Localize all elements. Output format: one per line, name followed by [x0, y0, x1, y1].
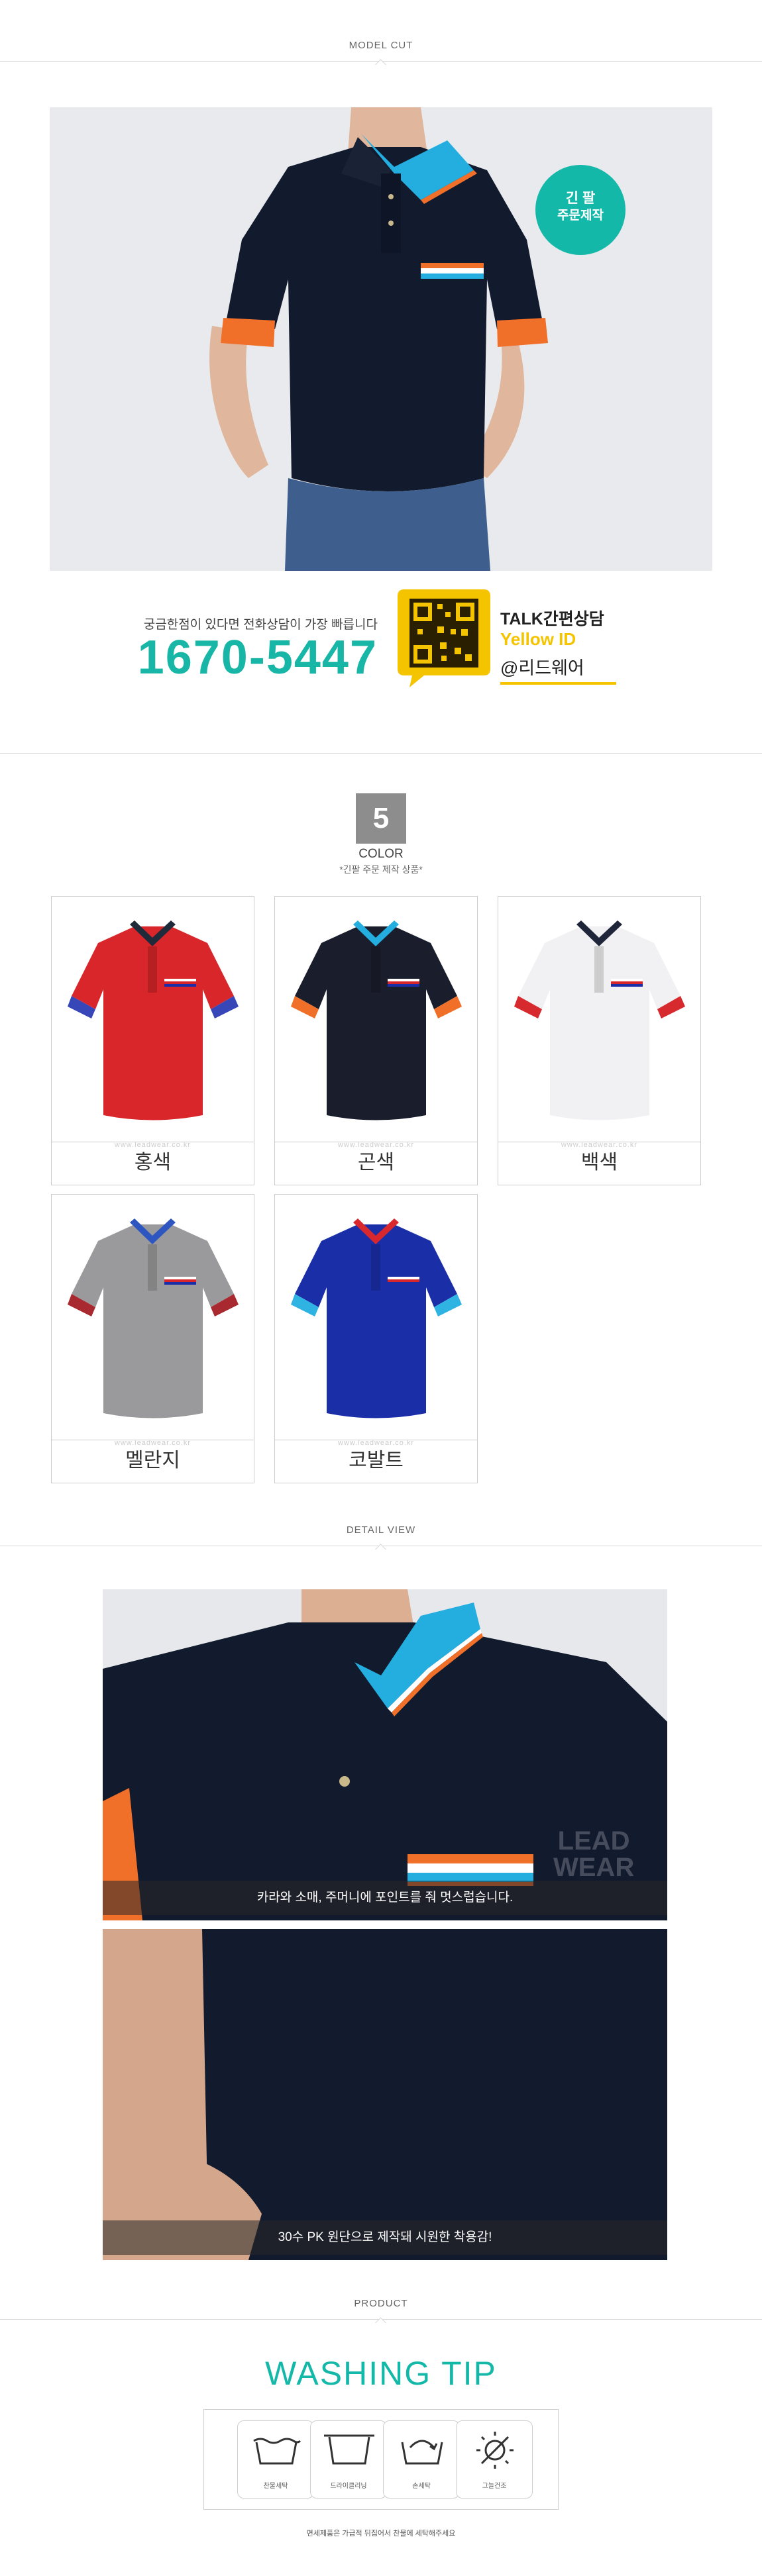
hand-wash-icon: 손세탁 [383, 2420, 460, 2499]
brand-watermark-line1: LEAD [557, 1826, 630, 1856]
washing-note: 면세제품은 가급적 뒤집어서 찬물에 세탁해주세요 [306, 2530, 456, 2538]
dry-clean-icon: 드라이클리닝 [310, 2420, 387, 2499]
custom-order-badge: 긴 팔 주문제작 [535, 165, 626, 255]
phone-number[interactable]: 1670-5447 [99, 630, 378, 685]
wash-label: 그늘건조 [482, 2483, 507, 2490]
washing-tip-title: WASHING TIP [265, 2355, 497, 2392]
color-name: 홍색 [52, 1142, 254, 1185]
color-card[interactable]: www.leadwear.co.kr 홍색 [51, 896, 254, 1185]
detail-caption-1: 카라와 소매, 주머니에 포인트를 줘 멋스럽습니다. [103, 1881, 667, 1915]
yellow-id-label: Yellow ID [500, 629, 576, 649]
fabric-detail-illustration [103, 1929, 667, 2260]
section-header-detail-view: DETAIL VIEW [0, 1524, 762, 1546]
wash-label: 손세탁 [412, 2483, 431, 2490]
color-card[interactable]: www.leadwear.co.kr 백색 [498, 896, 701, 1185]
talk-title: 간편상담 [543, 610, 604, 628]
contact-notice: 궁금한점이 있다면 전화상담이 가장 빠릅니다 [143, 618, 378, 632]
shirt-icon [68, 920, 239, 1120]
talk-label: TALK [500, 610, 543, 628]
divider [0, 753, 762, 754]
color-card[interactable]: www.leadwear.co.kr 곤색 [274, 896, 478, 1185]
shirt-icon [291, 920, 462, 1120]
section-header-product: PRODUCT [0, 2298, 762, 2320]
detail-photo-fabric: 30수 PK 원단으로 제작돼 시원한 착용감! [103, 1929, 667, 2260]
shade-dry-icon: 그늘건조 [456, 2420, 533, 2499]
wash-label: 찬물세탁 [263, 2483, 288, 2490]
section-title: PRODUCT [354, 2298, 408, 2309]
section-title: DETAIL VIEW [346, 1524, 416, 1536]
brand-watermark-line2: WEAR [553, 1853, 635, 1882]
color-title: COLOR [358, 847, 404, 861]
shirt-icon [291, 1218, 462, 1418]
wash-label: 드라이클리닝 [330, 2483, 367, 2490]
brand-watermark: LEAD WEAR [553, 1828, 634, 1881]
color-name: 곤색 [275, 1142, 477, 1185]
shirt-image [498, 897, 700, 1142]
kakao-qr-code[interactable] [398, 589, 490, 689]
model-shirt-illustration [50, 107, 712, 571]
shirt-image [52, 1195, 254, 1440]
section-title: MODEL CUT [349, 40, 413, 51]
kakao-underline [500, 682, 616, 685]
kakao-talk-title: TALK간편상담 [500, 606, 604, 630]
color-count-badge: 5 [356, 793, 406, 844]
detail-caption-2: 30수 PK 원단으로 제작돼 시원한 착용감! [103, 2220, 667, 2255]
wash-tub-icon: 찬물세탁 [237, 2420, 314, 2499]
qr-code-icon [398, 589, 490, 687]
model-photo: 긴 팔 주문제작 [50, 107, 712, 571]
shirt-image [52, 897, 254, 1142]
shirt-icon [514, 920, 685, 1120]
color-subtitle: *긴팔 주문 제작 상품* [339, 864, 423, 875]
color-name: 백색 [498, 1142, 700, 1185]
color-card[interactable]: www.leadwear.co.kr 코발트 [274, 1194, 478, 1483]
shirt-image [275, 1195, 477, 1440]
color-card[interactable]: www.leadwear.co.kr 멜란지 [51, 1194, 254, 1483]
badge-line1: 긴 팔 [565, 191, 596, 206]
color-name: 멜란지 [52, 1440, 254, 1483]
color-name: 코발트 [275, 1440, 477, 1483]
washing-icons-panel: 찬물세탁 드라이클리닝 손세탁 그늘건조 [203, 2409, 559, 2510]
section-header-model-cut: MODEL CUT [0, 40, 762, 62]
kakao-id[interactable]: @리드웨어 [500, 654, 584, 679]
detail-photo-collar: LEAD WEAR 카라와 소매, 주머니에 포인트를 줘 멋스럽습니다. [103, 1589, 667, 1920]
shirt-icon [68, 1218, 239, 1418]
badge-line2: 주문제작 [557, 209, 604, 223]
shirt-image [275, 897, 477, 1142]
